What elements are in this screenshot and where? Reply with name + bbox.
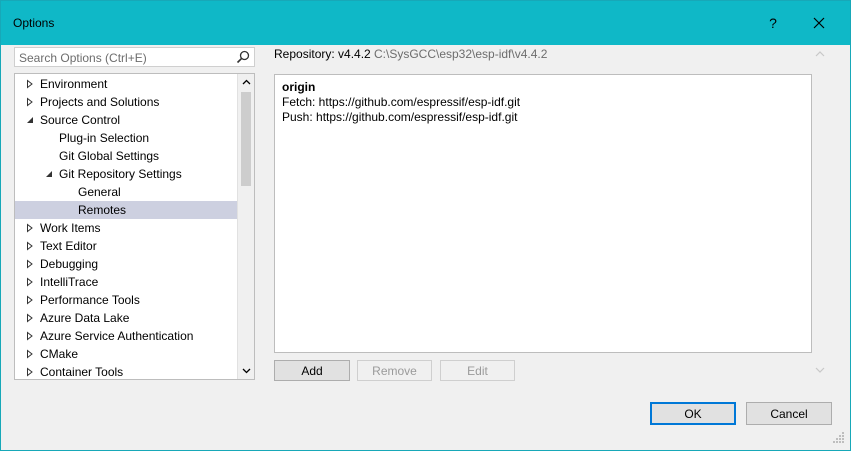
repository-label: Repository: v4.4.2	[274, 47, 371, 61]
tree-item[interactable]: Debugging	[15, 255, 238, 273]
tree-item-label: Git Global Settings	[59, 149, 160, 163]
resize-grip-icon[interactable]	[832, 430, 846, 444]
tree-item[interactable]: Git Global Settings	[15, 147, 238, 165]
collapsed-arrow-icon[interactable]	[25, 331, 35, 341]
tree-item[interactable]: Text Editor	[15, 237, 238, 255]
tree-item[interactable]: Container Tools	[15, 363, 238, 379]
tree-item-label: IntelliTrace	[40, 275, 99, 289]
collapsed-arrow-icon[interactable]	[25, 349, 35, 359]
title-bar: Options ?	[1, 1, 850, 45]
tree-item[interactable]: Git Repository Settings	[15, 165, 238, 183]
collapsed-arrow-icon[interactable]	[25, 79, 35, 89]
tree-item-label: Plug-in Selection	[59, 131, 150, 145]
search-icon[interactable]	[236, 50, 250, 64]
scroll-thumb[interactable]	[241, 92, 251, 186]
cancel-button[interactable]: Cancel	[746, 402, 832, 425]
tree-item[interactable]: General	[15, 183, 238, 201]
tree-item[interactable]: IntelliTrace	[15, 273, 238, 291]
tree-item[interactable]: Remotes	[15, 201, 238, 219]
tree-item-label: Text Editor	[40, 239, 97, 253]
ok-button[interactable]: OK	[650, 402, 736, 425]
tree-item-label: Git Repository Settings	[59, 167, 182, 181]
help-icon: ?	[769, 15, 777, 31]
tree-item-label: Source Control	[40, 113, 121, 127]
options-tree[interactable]: Container Tools CMake Azure Service Authen…	[14, 73, 255, 380]
tree-item[interactable]: Performance Tools	[15, 291, 238, 309]
collapsed-arrow-icon[interactable]	[25, 277, 35, 287]
edit-button[interactable]: Edit	[440, 360, 515, 381]
tree-item[interactable]: Work Items	[15, 219, 238, 237]
repository-path: C:\SysGCC\esp32\esp-idf\v4.4.2	[374, 47, 548, 61]
chevron-down-icon	[815, 367, 825, 373]
scroll-down-button[interactable]	[238, 363, 254, 379]
remotes-list[interactable]: origin Fetch: https://github.com/espress…	[274, 74, 812, 353]
scroll-up-button[interactable]	[238, 74, 254, 90]
search-options-input[interactable]: Search Options (Ctrl+E)	[14, 47, 255, 67]
collapsed-arrow-icon[interactable]	[25, 223, 35, 233]
collapsed-arrow-icon[interactable]	[25, 259, 35, 269]
collapsed-arrow-icon[interactable]	[25, 295, 35, 305]
tree-item[interactable]: Environment	[15, 75, 238, 93]
tree-item-label: Azure Service Authentication	[40, 329, 194, 343]
tree-item[interactable]: Projects and Solutions	[15, 93, 238, 111]
tree-item[interactable]: Azure Service Authentication	[15, 327, 238, 345]
tree-item-label: Environment	[40, 77, 108, 91]
collapsed-arrow-icon[interactable]	[25, 367, 35, 377]
collapsed-arrow-icon[interactable]	[25, 313, 35, 323]
expanded-arrow-icon[interactable]	[25, 115, 35, 125]
tree-item[interactable]: Azure Data Lake	[15, 309, 238, 327]
help-button[interactable]: ?	[753, 9, 793, 37]
tree-item[interactable]: Source Control	[15, 111, 238, 129]
tree-item-label: Debugging	[40, 257, 99, 271]
close-icon	[813, 17, 825, 29]
tree-item-label: CMake	[40, 347, 79, 361]
tree-item-label: Projects and Solutions	[40, 95, 160, 109]
tree-item-label: Work Items	[40, 221, 101, 235]
tree-item-label: Container Tools	[40, 365, 124, 379]
close-button[interactable]	[799, 9, 839, 37]
window-title: Options	[13, 16, 55, 30]
chevron-down-icon	[242, 368, 250, 374]
options-dialog: Options ? Search Options (Ctrl+E) Contai…	[0, 0, 851, 451]
tree-item-label: Remotes	[78, 203, 127, 217]
collapsed-arrow-icon[interactable]	[25, 97, 35, 107]
tree-item[interactable]: Plug-in Selection	[15, 129, 238, 147]
expanded-arrow-icon[interactable]	[44, 169, 54, 179]
chevron-up-icon	[815, 51, 825, 57]
collapsed-arrow-icon[interactable]	[25, 241, 35, 251]
search-placeholder: Search Options (Ctrl+E)	[19, 51, 147, 65]
remote-push-url: Push: https://github.com/espressif/esp-i…	[282, 110, 518, 124]
tree-item[interactable]: CMake	[15, 345, 238, 363]
chevron-up-icon	[242, 79, 250, 85]
add-button[interactable]: Add	[274, 360, 350, 381]
tree-item-label: Azure Data Lake	[40, 311, 130, 325]
remote-name: origin	[282, 80, 316, 94]
tree-item-label: Performance Tools	[40, 293, 140, 307]
remote-fetch-url: Fetch: https://github.com/espressif/esp-…	[282, 95, 521, 109]
remove-button[interactable]: Remove	[357, 360, 432, 381]
tree-item-label: General	[78, 185, 121, 199]
tree-scrollbar[interactable]	[237, 74, 254, 379]
